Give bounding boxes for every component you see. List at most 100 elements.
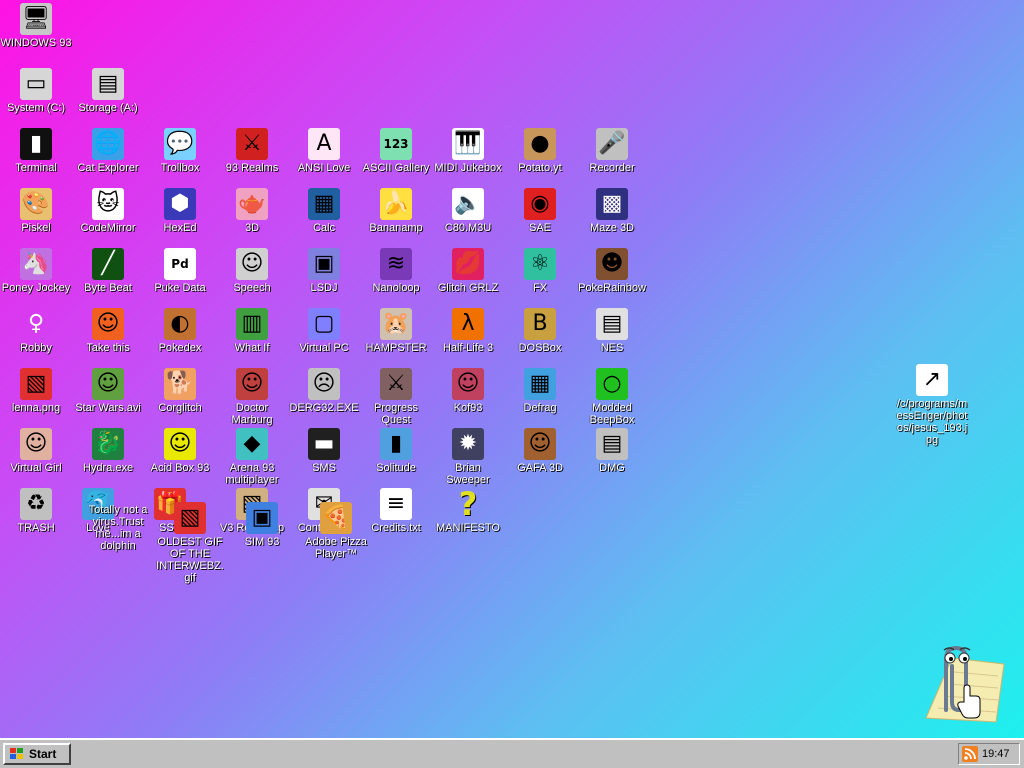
letter-a-icon: A	[308, 128, 340, 160]
desktop-icon[interactable]: ☺ Take this	[72, 308, 144, 354]
desktop-icon[interactable]: λ Half-Life 3	[432, 308, 504, 354]
desktop-icon[interactable]: ▤ NES	[576, 308, 648, 354]
desktop-icon-label: Glitch GRLZ	[437, 282, 499, 294]
desktop-icon[interactable]: ≋ Nanoloop	[360, 248, 432, 294]
desktop-icon[interactable]: ▮ Terminal	[0, 128, 72, 174]
desktop-icon-label: Maze 3D	[589, 222, 635, 234]
gif-file-icon: ▧	[174, 502, 206, 534]
desktop-icon[interactable]: 🐉 Hydra.exe	[72, 428, 144, 474]
start-button[interactable]: Start	[3, 743, 71, 765]
desktop-icon[interactable]: ? MANIFESTO	[432, 488, 504, 534]
clock[interactable]: 19:47	[982, 748, 1010, 760]
desktop-icon[interactable]: ● Potato.yt	[504, 128, 576, 174]
desktop-icon[interactable]: 🐹 HAMPSTER	[360, 308, 432, 354]
desktop-icon[interactable]: 🐱 CodeMirror	[72, 188, 144, 234]
desktop-icon[interactable]: 💋 Glitch GRLZ	[432, 248, 504, 294]
desktop-icon[interactable]: ⚔ 93 Realms	[216, 128, 288, 174]
desktop-icon[interactable]: 🎨 Piskel	[0, 188, 72, 234]
desktop-icon-label: Kof93	[453, 402, 483, 414]
desktop-icon[interactable]: Totally not a virus.Trust me...im a dolp…	[82, 502, 154, 552]
film-strip-icon: ▥	[236, 308, 268, 340]
desktop-icon[interactable]: 🍌 Bananamp	[360, 188, 432, 234]
desktop-icon[interactable]: Pd Puke Data	[144, 248, 216, 294]
desktop-icon-label: HAMPSTER	[365, 342, 427, 354]
desktop-icon[interactable]: 🖥 WINDOWS 93	[0, 3, 72, 49]
desktop-icon[interactable]: ◐ Pokedex	[144, 308, 216, 354]
question-mark-icon: ?	[458, 485, 478, 523]
desktop-icon[interactable]: ☻ PokeRainbow	[576, 248, 648, 294]
desktop-icon[interactable]: ⬢ HexEd	[144, 188, 216, 234]
pd-document-icon: Pd	[164, 248, 196, 280]
image-file-icon: ▧	[20, 368, 52, 400]
lantern-icon: ▮	[380, 428, 412, 460]
smiley-icon: ☺	[164, 428, 196, 460]
desktop-icon[interactable]: A ANSI Love	[288, 128, 360, 174]
desktop-icon-label: FX	[532, 282, 548, 294]
desktop-icon[interactable]: ☺ Kof93	[432, 368, 504, 414]
desktop-icon[interactable]: ☺ Doctor Marburg	[216, 368, 288, 426]
desktop-icon[interactable]: 🎤 Recorder	[576, 128, 648, 174]
desktop-icon[interactable]: 123 ASCII Gallery	[360, 128, 432, 174]
desktop-icon[interactable]: 🎹 MIDI Jukebox	[432, 128, 504, 174]
desktop-icon-label: WINDOWS 93	[0, 37, 72, 49]
clippy-assistant[interactable]	[912, 640, 1008, 724]
desktop-icon[interactable]: ☺ Star Wars.avi	[72, 368, 144, 414]
desktop-icon[interactable]: ▧ OLDEST GIF OF THE INTERWEBZ.gif	[154, 502, 226, 584]
desktop-icon[interactable]: ⚔ Progress Quest	[360, 368, 432, 426]
desktop-icon-label: SMS	[312, 462, 336, 474]
desktop-icon[interactable]: ▦ Calc	[288, 188, 360, 234]
crossed-swords-icon: ⚔	[380, 368, 412, 400]
desktop-icon[interactable]: ▢ Virtual PC	[288, 308, 360, 354]
cartridge-icon: ▬	[308, 428, 340, 460]
desktop-icon[interactable]: 🫖 3D	[216, 188, 288, 234]
desktop-icon[interactable]: ☺ Virtual Girl	[0, 428, 72, 474]
chat-bubble-icon: 💬	[164, 128, 196, 160]
desktop-icon[interactable]: ◆ Arena 93 multiplayer	[216, 428, 288, 486]
desktop-icon[interactable]: ╱ Byte Beat	[72, 248, 144, 294]
desktop-icon[interactable]: ▩ Maze 3D	[576, 188, 648, 234]
desktop-icon[interactable]: ▤ DMG	[576, 428, 648, 474]
desktop-icon-label: Hydra.exe	[82, 462, 134, 474]
desktop-icon[interactable]: ⚛ FX	[504, 248, 576, 294]
desktop-icon-label: Half-Life 3	[442, 342, 494, 354]
desktop-icon[interactable]: ▥ What If	[216, 308, 288, 354]
desktop-icon[interactable]: ♀ Robby	[0, 308, 72, 354]
desktop-icon[interactable]: ▦ Defrag	[504, 368, 576, 414]
blue-cube-icon: ⬢	[164, 188, 196, 220]
desktop-icon-label: DOSBox	[518, 342, 562, 354]
desktop-icon[interactable]: ↗/c/programs/messEnger/photos/jesus_193.…	[896, 364, 968, 446]
fighter-face-icon: ☺	[452, 368, 484, 400]
rss-feed-icon[interactable]	[962, 746, 978, 762]
desktop-icon-label: Arena 93 multiplayer	[225, 462, 279, 486]
desktop-icon[interactable]: ▬ SMS	[288, 428, 360, 474]
desktop-icon[interactable]: 🔈 C80.M3U	[432, 188, 504, 234]
desktop-icon-label: Star Wars.avi	[75, 402, 141, 414]
desktop-icon[interactable]: B DOSBox	[504, 308, 576, 354]
desktop-icon[interactable]: 🌐 Cat Explorer	[72, 128, 144, 174]
desktop-icon[interactable]: 🐕 Corglitch	[144, 368, 216, 414]
desktop-icon-label: Puke Data	[154, 282, 206, 294]
desktop-icon[interactable]: ☺ Speech	[216, 248, 288, 294]
desktop-icon-label: Robby	[20, 342, 52, 354]
desktop-icon[interactable]: ☺ Acid Box 93	[144, 428, 216, 474]
desktop-icon[interactable]: ▭ System (C:)	[0, 68, 72, 114]
desktop-icon[interactable]: ◉ SAE	[504, 188, 576, 234]
desktop-icon[interactable]: ✹ Brian Sweeper	[432, 428, 504, 486]
desktop-icon[interactable]: ▧ lenna.png	[0, 368, 72, 414]
desktop-icon[interactable]: ▣ LSDJ	[288, 248, 360, 294]
defrag-blocks-icon: ▦	[524, 368, 556, 400]
desktop-icon[interactable]: ≡ Credits.txt	[360, 488, 432, 534]
desktop-icon[interactable]: ☹ DERG32.EXE	[288, 368, 360, 414]
waveform-icon: ≋	[380, 248, 412, 280]
desktop-icon[interactable]: ☺ GAFA 3D	[504, 428, 576, 474]
desktop-icon[interactable]: ▮ Solitude	[360, 428, 432, 474]
desktop-icon[interactable]: 💬 Trollbox	[144, 128, 216, 174]
desktop-icon-label: Poney Jockey	[1, 282, 71, 294]
desktop-icon-label: DERG32.EXE	[289, 402, 359, 414]
desktop-icon[interactable]: 🦄 Poney Jockey	[0, 248, 72, 294]
desktop-icon-label: Virtual PC	[299, 342, 349, 354]
device-icon: ▤	[596, 428, 628, 460]
desktop-icon[interactable]: ○ Modded BeepBox	[576, 368, 648, 426]
desktop-icon[interactable]: ▤ Storage (A:)	[72, 68, 144, 114]
desktop-icon-label: Pokedex	[158, 342, 202, 354]
